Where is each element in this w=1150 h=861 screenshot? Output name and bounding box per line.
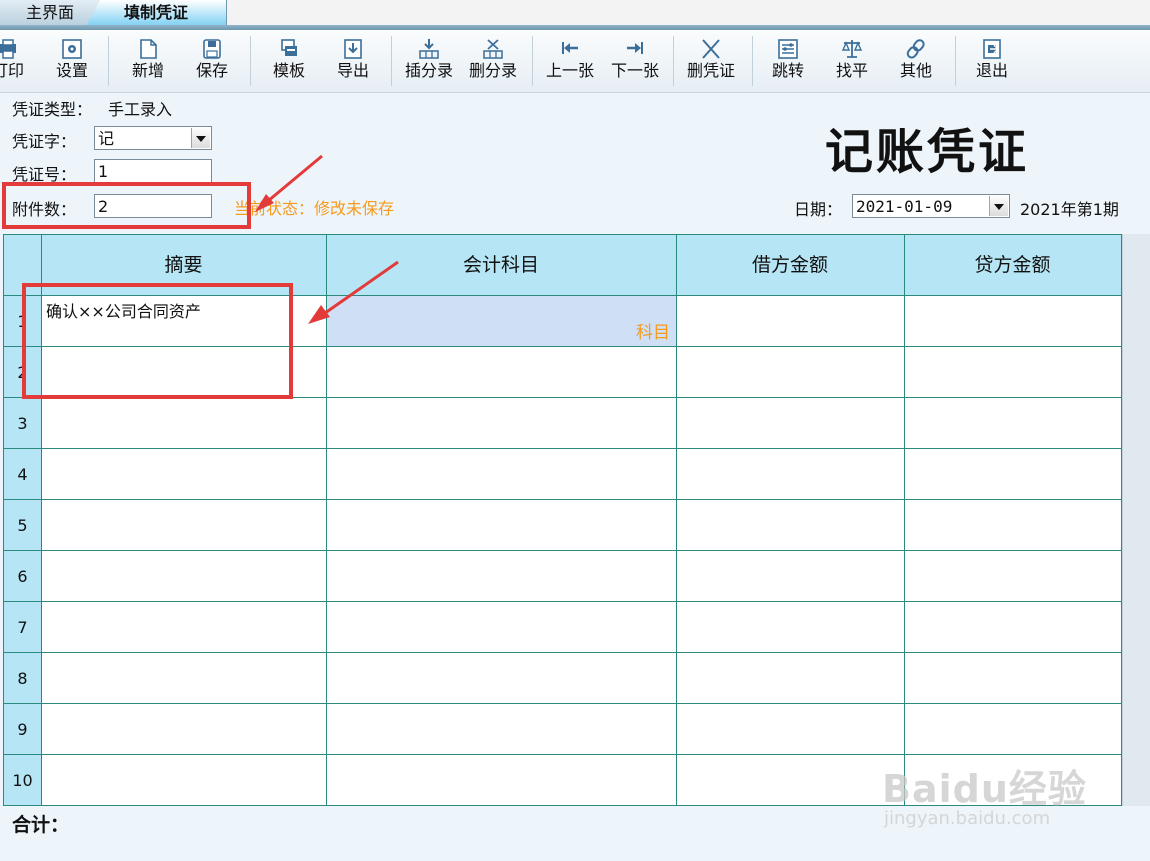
annotation-arrow-attachments bbox=[261, 154, 323, 208]
watermark-url: jingyan.baidu.com bbox=[884, 808, 1051, 829]
annotation-arrows bbox=[255, 154, 399, 324]
watermark-logo: Baidu经验 bbox=[882, 767, 1087, 811]
annotation-arrowhead-summary bbox=[308, 305, 330, 324]
annotation-arrow-summary bbox=[317, 260, 399, 320]
